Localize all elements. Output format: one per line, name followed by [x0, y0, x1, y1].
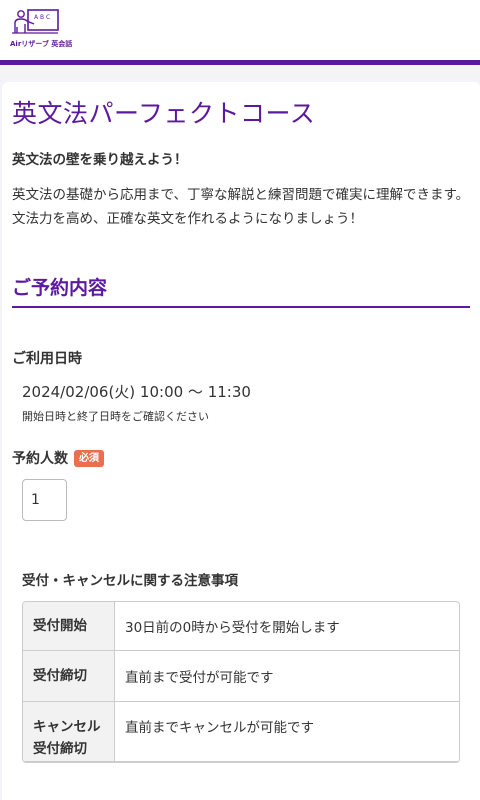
table-row: キャンセル 受付締切 直前までキャンセルが可能です — [23, 702, 459, 762]
description-line-2: 文法力を高め、正確な英文を作れるようになりましょう！ — [12, 211, 363, 227]
people-count-label-row: 予約人数 必須 — [12, 448, 470, 468]
teacher-board-icon: A B C — [12, 9, 59, 34]
table-row-label-line: 受付締切 — [33, 741, 87, 757]
logo[interactable]: A B C Airリザーブ 英会話 — [10, 8, 80, 52]
course-title: 英文法パーフェクトコース — [12, 99, 316, 128]
table-row-label: 受付開始 — [23, 602, 115, 651]
table-row-value: 直前まで受付が可能です — [115, 651, 459, 702]
header: A B C Airリザーブ 英会話 — [0, 0, 480, 60]
table-row-value: 直前までキャンセルが可能です — [115, 702, 459, 762]
main-card: 英文法パーフェクトコース 英文法の壁を乗り越えよう！ 英文法の基礎から応用まで、… — [2, 82, 480, 800]
description-line-1: 英文法の基礎から応用まで、丁寧な解説と練習問題で確実に理解できます。 — [12, 187, 470, 203]
table-row: 受付開始 30日前の0時から受付を開始します — [23, 602, 459, 651]
notice-title: 受付・キャンセルに関する注意事項 — [22, 573, 238, 589]
logo-text: Airリザーブ 英会話 — [10, 40, 73, 48]
notice-table: 受付開始 30日前の0時から受付を開始します 受付締切 直前まで受付が可能です … — [22, 601, 460, 763]
page-gap — [0, 65, 480, 82]
course-lead: 英文法の壁を乗り越えよう！ — [12, 152, 188, 168]
table-row-label-line: キャンセル — [33, 719, 101, 735]
board-text: A B C — [34, 14, 50, 21]
table-row-label: キャンセル 受付締切 — [23, 702, 115, 762]
required-badge: 必須 — [74, 449, 104, 467]
reservation-section-title: ご予約内容 — [12, 276, 470, 308]
datetime-note: 開始日時と終了日時をご確認ください — [22, 410, 209, 423]
people-count-label: 予約人数 — [12, 451, 68, 467]
table-row-label: 受付締切 — [23, 651, 115, 702]
usage-datetime-label: ご利用日時 — [12, 351, 82, 367]
table-row: 受付締切 直前まで受付が可能です — [23, 651, 459, 702]
usage-datetime: 2024/02/06(火) 10:00 〜 11:30 — [22, 383, 251, 401]
table-row-value: 30日前の0時から受付を開始します — [115, 602, 459, 651]
course-description: 英文法の基礎から応用まで、丁寧な解説と練習問題で確実に理解できます。 文法力を高… — [12, 183, 470, 231]
people-count-input[interactable] — [22, 479, 67, 521]
